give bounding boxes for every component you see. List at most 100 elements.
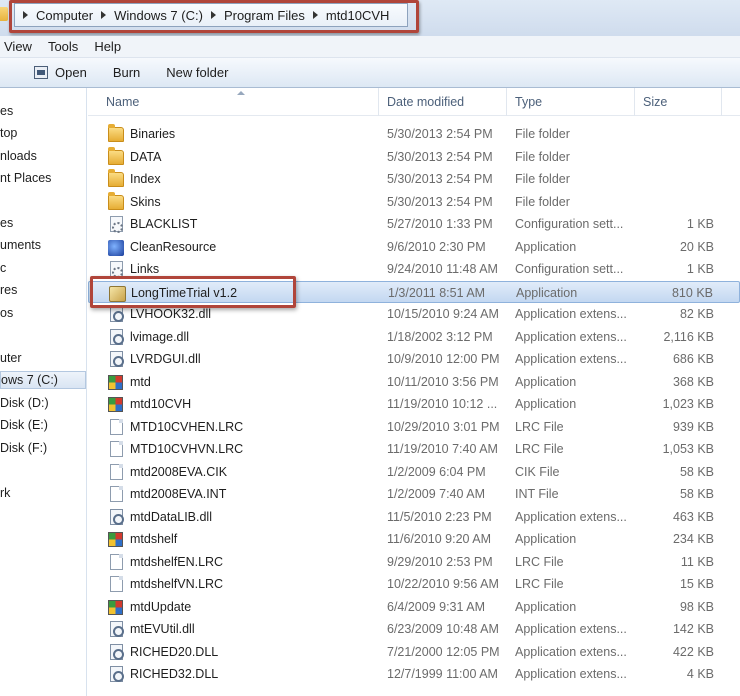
config-file-icon [110, 216, 123, 233]
mtd-app-icon [108, 397, 123, 412]
menu-view[interactable]: View [4, 39, 32, 54]
menu-tools[interactable]: Tools [48, 39, 78, 54]
file-row[interactable]: CleanResource 9/6/2010 2:30 PM Application… [88, 236, 740, 259]
column-header-row: Name Date modified Type Size [88, 88, 740, 116]
file-size: 4 KB [686, 667, 714, 681]
file-row[interactable]: mtd 10/11/2010 3:56 PM Application 368 KB [88, 371, 740, 394]
nav-item-disk-e[interactable]: Disk (E:) [0, 418, 48, 432]
file-date-modified: 5/27/2010 1:33 PM [387, 217, 493, 231]
file-date-modified: 1/18/2002 3:12 PM [387, 329, 493, 344]
file-row[interactable]: RICHED32.DLL 12/7/1999 11:00 AM Applicatio… [88, 663, 740, 686]
open-button[interactable]: Open [34, 65, 87, 80]
file-type: Application [516, 285, 578, 300]
column-header-name[interactable]: Name [98, 88, 139, 116]
dll-file-icon [110, 351, 124, 367]
nav-item-recent-places[interactable]: nt Places [0, 171, 51, 185]
file-row[interactable]: mtdshelfVN.LRC 10/22/2010 9:56 AM LRC File… [88, 573, 740, 596]
nav-item-music[interactable]: c [0, 261, 6, 275]
nav-item-documents[interactable]: uments [0, 238, 41, 252]
file-name: mtdUpdate [130, 599, 192, 614]
nav-item-desktop[interactable]: top [0, 126, 17, 140]
file-row[interactable]: DATA 5/30/2013 2:54 PM File folder [88, 146, 740, 169]
file-row[interactable]: mtd2008EVA.INT 1/2/2009 7:40 AM INT File 58… [88, 483, 740, 506]
column-header-date-modified[interactable]: Date modified [379, 88, 464, 116]
dll-file-icon [110, 328, 124, 345]
file-type: Application extens... [515, 622, 627, 636]
file-row[interactable]: Index 5/30/2013 2:54 PM File folder [88, 168, 740, 191]
file-name: MTD10CVHEN.LRC [130, 419, 244, 434]
column-header-size[interactable]: Size [635, 88, 667, 116]
file-type: LRC File [515, 577, 564, 591]
file-type: Application [515, 599, 577, 614]
nav-item-libraries[interactable]: es [0, 216, 13, 230]
file-date-modified: 11/6/2010 9:20 AM [387, 532, 492, 546]
file-row[interactable]: BLACKLIST 5/27/2010 1:33 PM Configuration … [88, 213, 740, 236]
file-row[interactable]: lvimage.dll 1/18/2002 3:12 PM Application … [88, 326, 740, 349]
address-bar-area: Computer Windows 7 (C:) Program Files mt… [0, 0, 740, 36]
column-divider[interactable] [721, 88, 722, 116]
nav-item-videos[interactable]: os [0, 306, 13, 320]
navigation-pane: es top nloads nt Places es uments c res … [0, 88, 87, 696]
file-row[interactable]: mtdshelfEN.LRC 9/29/2010 2:53 PM LRC File 1… [88, 551, 740, 574]
file-size: 142 KB [672, 622, 714, 636]
file-size: 15 KB [679, 577, 714, 591]
file-type: Application [515, 239, 577, 254]
file-date-modified: 7/21/2000 12:05 PM [387, 644, 500, 659]
open-icon [34, 66, 48, 79]
file-size: 2,116 KB [663, 329, 714, 344]
file-size: 1,053 KB [662, 442, 714, 456]
file-size: 939 KB [672, 419, 714, 434]
file-date-modified: 5/30/2013 2:54 PM [387, 127, 493, 141]
file-type: INT File [515, 487, 559, 501]
file-date-modified: 11/5/2010 2:23 PM [387, 509, 492, 524]
file-row[interactable]: RICHED20.DLL 7/21/2000 12:05 PM Applicatio… [88, 641, 740, 664]
file-type: File folder [515, 194, 570, 209]
file-row[interactable]: mtd10CVH 11/19/2010 10:12 ... Application 1… [88, 393, 740, 416]
nav-item-pictures[interactable]: res [0, 283, 17, 297]
blank-file-icon [110, 576, 123, 592]
new-folder-button[interactable]: New folder [166, 65, 228, 80]
clean-resource-app-icon [108, 239, 124, 256]
nav-item-network[interactable]: rk [0, 486, 10, 500]
nav-item-disk-f[interactable]: Disk (F:) [0, 441, 47, 455]
file-row[interactable]: Binaries 5/30/2013 2:54 PM File folder [88, 123, 740, 146]
mtd-app-icon [108, 532, 123, 547]
burn-button[interactable]: Burn [113, 65, 140, 80]
file-date-modified: 5/30/2013 2:54 PM [387, 194, 493, 209]
file-row[interactable]: LVRDGUI.dll 10/9/2010 12:00 PM Application… [88, 348, 740, 371]
burn-button-label: Burn [112, 65, 141, 80]
file-row[interactable]: MTD10CVHEN.LRC 10/29/2010 3:01 PM LRC File… [88, 416, 740, 439]
file-type: Application extens... [515, 667, 627, 681]
file-date-modified: 10/15/2010 9:24 AM [387, 307, 499, 321]
dll-file-icon [110, 306, 124, 322]
file-name: mtdshelfEN.LRC [130, 554, 224, 569]
file-name: mtdshelfVN.LRC [130, 577, 224, 591]
file-name: lvimage.dll [130, 329, 190, 344]
file-size: 11 KB [680, 554, 714, 569]
file-name: mtd2008EVA.CIK [130, 464, 228, 479]
file-name: CleanResource [130, 239, 217, 254]
file-date-modified: 6/4/2009 9:31 AM [387, 599, 485, 614]
file-row[interactable]: mtdUpdate 6/4/2009 9:31 AM Application 98 K… [88, 596, 740, 619]
nav-item-windows7-drive[interactable]: ows 7 (C:) [0, 371, 86, 389]
dll-file-icon [110, 621, 124, 637]
file-row[interactable]: mtdDataLIB.dll 11/5/2010 2:23 PM Applicati… [88, 506, 740, 529]
file-row[interactable]: Skins 5/30/2013 2:54 PM File folder [88, 191, 740, 214]
file-type: Application extens... [515, 307, 627, 321]
nav-item-favorites[interactable]: es [0, 104, 13, 118]
file-list: Binaries 5/30/2013 2:54 PM File folder DATA… [88, 123, 740, 686]
file-row[interactable]: MTD10CVHVN.LRC 11/19/2010 7:40 AM LRC File… [88, 438, 740, 461]
file-size: 58 KB [679, 464, 714, 479]
file-row[interactable]: mtd2008EVA.CIK 1/2/2009 6:04 PM CIK File 58… [88, 461, 740, 484]
column-header-type[interactable]: Type [507, 88, 542, 116]
file-name: mtdshelf [130, 532, 178, 546]
menu-help[interactable]: Help [94, 39, 121, 54]
nav-item-downloads[interactable]: nloads [0, 149, 37, 163]
file-size: 234 KB [672, 532, 714, 546]
file-type: Application [515, 397, 577, 411]
nav-item-computer[interactable]: uter [0, 351, 22, 365]
file-type: File folder [515, 172, 570, 186]
nav-item-disk-d[interactable]: Disk (D:) [0, 396, 49, 410]
file-row[interactable]: mtEVUtil.dll 6/23/2009 10:48 AM Applicatio… [88, 618, 740, 641]
file-row[interactable]: mtdshelf 11/6/2010 9:20 AM Application 234 … [88, 528, 740, 551]
